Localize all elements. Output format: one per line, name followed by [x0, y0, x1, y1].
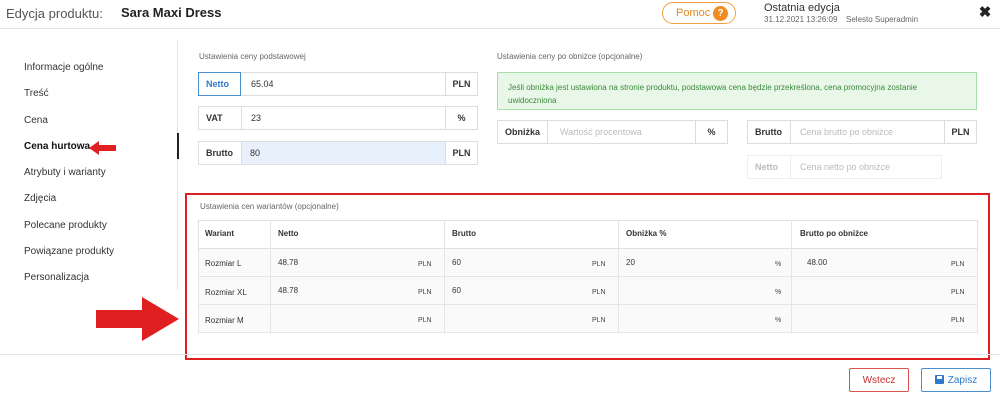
column-header-brutto-after: Brutto po obniżce	[800, 229, 868, 238]
variant-brutto-after-unit: PLN	[951, 289, 965, 296]
table-row	[198, 277, 978, 305]
vat-prefix: VAT	[199, 107, 242, 129]
sidebar-item-attributes[interactable]: Atrybuty i warianty	[24, 167, 106, 178]
brutto-unit: PLN	[445, 142, 477, 164]
brutto-value[interactable]: 80	[242, 142, 445, 164]
column-header-brutto: Brutto	[452, 229, 476, 238]
help-label: Pomoc	[676, 7, 711, 19]
netto-field[interactable]: Netto 65.04 PLN	[198, 72, 478, 96]
variant-brutto-after-unit: PLN	[951, 317, 965, 324]
brutto-prefix: Brutto	[199, 142, 242, 164]
variant-brutto-input[interactable]: 60	[452, 286, 461, 295]
last-edit-label: Ostatnia edycja	[764, 2, 840, 14]
netto-after-prefix: Netto	[748, 156, 791, 178]
discount-section-label: Ustawienia ceny po obniżce (opcjonalne)	[497, 52, 643, 61]
footer-divider	[0, 354, 1000, 355]
variant-discount-unit: %	[775, 261, 782, 268]
discount-prefix: Obniżka	[498, 121, 548, 143]
sidebar-item-price[interactable]: Cena	[24, 115, 48, 126]
variant-discount-unit: %	[775, 289, 782, 296]
variant-name: Rozmiar XL	[205, 288, 247, 297]
netto-value[interactable]: 65.04	[251, 73, 274, 95]
save-button[interactable]: Zapisz	[921, 368, 991, 392]
variant-discount-input[interactable]: 20	[626, 258, 635, 267]
base-price-section-label: Ustawienia ceny podstawowej	[199, 52, 306, 61]
variant-netto-input[interactable]: 48.78	[278, 286, 298, 295]
variant-brutto-after-input[interactable]: 48.00	[807, 258, 827, 267]
variant-brutto-after-unit: PLN	[951, 261, 965, 268]
last-edit-date: 31.12.2021 13:26:09	[764, 15, 838, 24]
vat-value[interactable]: 23	[251, 107, 261, 129]
question-icon: ?	[713, 6, 728, 21]
header: Edycja produktu: Sara Maxi Dress Pomoc ?…	[0, 0, 1000, 29]
column-divider	[791, 220, 792, 334]
sidebar-item-general[interactable]: Informacje ogólne	[24, 62, 104, 73]
product-name: Sara Maxi Dress	[121, 5, 222, 20]
vat-field[interactable]: VAT 23 %	[198, 106, 478, 130]
variant-brutto-unit: PLN	[592, 261, 606, 268]
discount-unit: %	[695, 121, 727, 143]
vat-unit: %	[445, 107, 477, 129]
table-row	[198, 249, 978, 277]
column-divider	[618, 220, 619, 334]
column-divider	[444, 220, 445, 334]
discount-field[interactable]: Obniżka Wartość procentowa %	[497, 120, 728, 144]
netto-after-placeholder: Cena netto po obniżce	[800, 162, 891, 172]
column-header-variant: Wariant	[205, 229, 235, 238]
back-button[interactable]: Wstecz	[849, 368, 909, 392]
brutto-after-discount-field[interactable]: Brutto Cena brutto po obniżce PLN	[747, 120, 977, 144]
page-title-prefix: Edycja produktu:	[6, 6, 103, 21]
sidebar-item-photos[interactable]: Zdjęcia	[24, 193, 56, 204]
netto-prefix[interactable]: Netto	[198, 72, 241, 96]
brutto-after-placeholder[interactable]: Cena brutto po obniżce	[800, 121, 893, 143]
save-label: Zapisz	[947, 374, 978, 386]
brutto-after-unit: PLN	[944, 121, 976, 143]
column-divider	[270, 220, 271, 334]
active-indicator	[177, 133, 179, 159]
brutto-field[interactable]: Brutto 80 PLN	[198, 141, 478, 165]
netto-unit: PLN	[445, 73, 477, 95]
sidebar-item-personalization[interactable]: Personalizacja	[24, 272, 89, 283]
variant-brutto-input[interactable]: 60	[452, 258, 461, 267]
sidebar-divider	[177, 40, 178, 290]
discount-placeholder[interactable]: Wartość procentowa	[560, 121, 642, 143]
last-edit-user: Selesto Superadmin	[846, 15, 919, 24]
column-header-netto: Netto	[278, 229, 299, 238]
variant-netto-unit: PLN	[418, 289, 432, 296]
variant-netto-input[interactable]: 48.78	[278, 258, 298, 267]
variant-netto-unit: PLN	[418, 317, 432, 324]
brutto-after-prefix: Brutto	[748, 121, 791, 143]
variants-section-label: Ustawienia cen wariantów (opcjonalne)	[200, 202, 339, 211]
arrow-right-icon	[96, 297, 179, 341]
netto-after-discount-field: Netto Cena netto po obniżce	[747, 155, 942, 179]
sidebar-item-related[interactable]: Powiązane produkty	[24, 246, 114, 257]
variant-netto-unit: PLN	[418, 261, 432, 268]
variant-discount-unit: %	[775, 317, 782, 324]
variant-brutto-unit: PLN	[592, 289, 606, 296]
arrow-left-icon	[89, 141, 116, 155]
close-icon[interactable]: ✖	[975, 3, 995, 23]
sidebar-item-wholesale-price[interactable]: Cena hurtowa	[24, 141, 90, 152]
floppy-disk-icon	[934, 374, 944, 384]
variant-name: Rozmiar L	[205, 259, 242, 268]
variant-brutto-unit: PLN	[592, 317, 606, 324]
sidebar-item-content[interactable]: Treść	[24, 88, 49, 99]
discount-info-box: Jeśli obniżka jest ustawiona na stronie …	[497, 72, 977, 110]
help-button[interactable]: Pomoc ?	[662, 2, 736, 24]
column-header-discount: Obniżka %	[626, 229, 667, 238]
table-row	[198, 305, 978, 333]
sidebar-item-recommended[interactable]: Polecane produkty	[24, 220, 107, 231]
variant-name: Rozmiar M	[205, 316, 244, 325]
